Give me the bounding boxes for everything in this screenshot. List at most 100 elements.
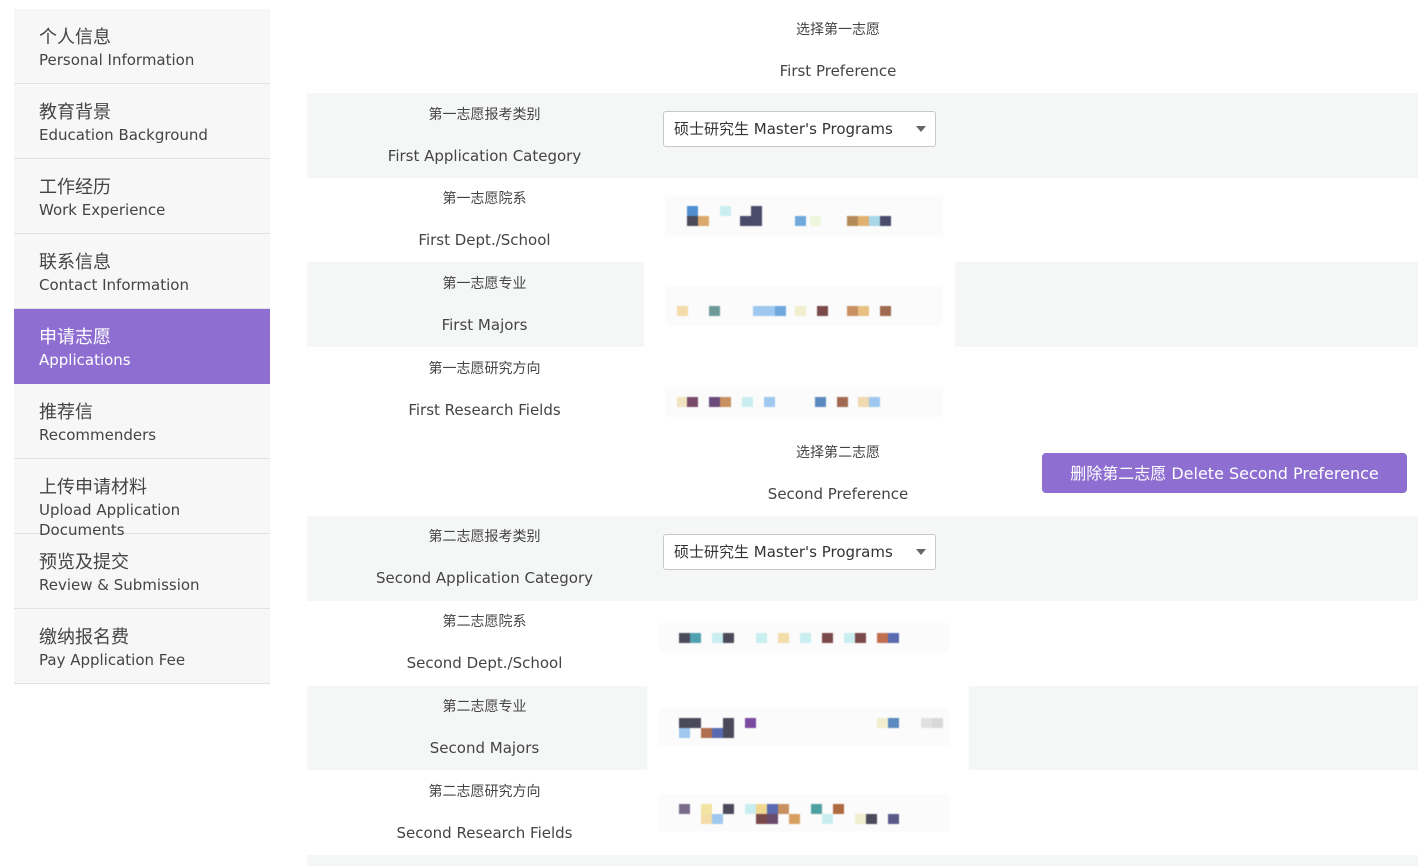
redacted-pixel-block: [764, 397, 775, 407]
second-preference-heading-en: Second Preference: [767, 485, 909, 503]
first-category-select[interactable]: 硕士研究生 Master's Programs: [663, 111, 936, 147]
sidebar-item-personal-information[interactable]: 个人信息 Personal Information: [14, 9, 270, 84]
redacted-pixel-block: [888, 718, 899, 728]
first-preference-heading-en: First Preference: [779, 62, 897, 80]
bottom-row-edge: [307, 855, 1418, 866]
first-preference-heading: 选择第一志愿 First Preference: [663, 20, 1013, 81]
redacted-pixel-block: [811, 804, 822, 814]
first-category-select-value: 硕士研究生 Master's Programs: [674, 120, 893, 138]
second-preference-heading-zh: 选择第二志愿: [796, 445, 880, 461]
sidebar-item-contact-information[interactable]: 联系信息 Contact Information: [14, 234, 270, 309]
redacted-pixel-block: [690, 633, 701, 643]
sidebar-item-label-en: Education Background: [39, 126, 208, 144]
sidebar-item-upload-documents[interactable]: 上传申请材料 Upload Application Documents: [14, 459, 270, 539]
sidebar-item-education-background[interactable]: 教育背景 Education Background: [14, 84, 270, 159]
redacted-pixel-block: [723, 633, 734, 643]
sidebar-item-pay-fee[interactable]: 缴纳报名费 Pay Application Fee: [14, 609, 270, 684]
first-field-label-zh: 第一志愿研究方向: [428, 361, 541, 377]
sidebar-item-label-zh: 推荐信: [39, 402, 93, 423]
redacted-pixel-block: [679, 728, 690, 738]
first-category-label: 第一志愿报考类别 First Application Category: [307, 105, 662, 166]
redacted-pixel-block: [847, 216, 858, 226]
first-major-row: 第一志愿专业 First Majors: [307, 262, 1418, 357]
redacted-pixel-block: [869, 397, 880, 407]
redacted-pixel-block: [775, 306, 786, 316]
second-dept-row: 第二志愿院系 Second Dept./School: [307, 601, 1418, 686]
first-major-label-en: First Majors: [441, 316, 528, 334]
second-dept-label-zh: 第二志愿院系: [442, 614, 527, 630]
first-major-label-zh: 第一志愿专业: [442, 276, 527, 292]
redacted-pixel-block: [888, 633, 899, 643]
sidebar-item-label-zh: 工作经历: [39, 177, 111, 198]
second-category-label-zh: 第二志愿报考类别: [428, 529, 541, 545]
sidebar-item-review-submission[interactable]: 预览及提交 Review & Submission: [14, 534, 270, 609]
applications-form: 选择第一志愿 First Preference 第一志愿报考类别 First A…: [307, 0, 1418, 866]
redacted-pixel-block: [880, 306, 891, 316]
redacted-pixel-block: [844, 633, 855, 643]
first-dept-select-redacted[interactable]: [665, 196, 943, 236]
second-category-select-value: 硕士研究生 Master's Programs: [674, 543, 893, 561]
second-category-label-en: Second Application Category: [375, 569, 594, 587]
redacted-pixel-block: [709, 397, 720, 407]
second-major-row: 第二志愿专业 Second Majors: [307, 686, 1418, 775]
sidebar-item-work-experience[interactable]: 工作经历 Work Experience: [14, 159, 270, 234]
redacted-pixel-block: [767, 804, 778, 814]
first-dept-label: 第一志愿院系 First Dept./School: [307, 189, 662, 250]
first-dept-label-zh: 第一志愿院系: [442, 191, 527, 207]
redacted-pixel-block: [720, 397, 731, 407]
redacted-pixel-block: [677, 306, 688, 316]
second-category-select[interactable]: 硕士研究生 Master's Programs: [663, 534, 936, 570]
redacted-pixel-block: [877, 718, 888, 728]
redacted-pixel-block: [858, 306, 869, 316]
sidebar-item-label-en: Pay Application Fee: [39, 651, 186, 669]
first-category-label-en: First Application Category: [387, 147, 582, 165]
first-field-label-en: First Research Fields: [408, 401, 561, 419]
second-major-label: 第二志愿专业 Second Majors: [307, 697, 662, 758]
redacted-pixel-block: [679, 804, 690, 814]
delete-second-preference-button[interactable]: 删除第二志愿 Delete Second Preference: [1042, 453, 1407, 493]
redacted-pixel-block: [753, 306, 764, 316]
redacted-pixel-block: [701, 804, 712, 814]
first-major-select-redacted[interactable]: [665, 286, 943, 326]
redacted-pixel-block: [712, 814, 723, 824]
redacted-pixel-block: [740, 216, 751, 226]
redacted-pixel-block: [837, 397, 848, 407]
first-dept-label-en: First Dept./School: [418, 231, 551, 249]
sidebar-item-label-en: Applications: [39, 351, 131, 369]
second-field-label-en: Second Research Fields: [396, 824, 573, 842]
redacted-pixel-block: [756, 804, 767, 814]
redacted-pixel-block: [833, 804, 844, 814]
second-field-label-zh: 第二志愿研究方向: [428, 784, 541, 800]
redacted-pixel-block: [690, 718, 701, 728]
redacted-pixel-block: [712, 633, 723, 643]
first-preference-heading-zh: 选择第一志愿: [796, 22, 880, 38]
redacted-pixel-block: [815, 397, 826, 407]
second-dept-select-redacted[interactable]: [659, 623, 949, 653]
redacted-pixel-block: [847, 306, 858, 316]
sidebar-item-recommenders[interactable]: 推荐信 Recommenders: [14, 384, 270, 459]
redacted-pixel-block: [687, 206, 698, 216]
sidebar-item-label-zh: 个人信息: [39, 27, 111, 48]
second-field-label: 第二志愿研究方向 Second Research Fields: [307, 782, 662, 843]
redacted-pixel-block: [751, 206, 762, 216]
redacted-pixel-block: [858, 397, 869, 407]
second-field-select-redacted[interactable]: [659, 794, 949, 832]
second-dept-label: 第二志愿院系 Second Dept./School: [307, 612, 662, 673]
redacted-pixel-block: [778, 804, 789, 814]
first-major-label: 第一志愿专业 First Majors: [307, 274, 662, 335]
redacted-pixel-block: [800, 633, 811, 643]
sidebar-item-applications[interactable]: 申请志愿 Applications: [14, 309, 270, 384]
redacted-pixel-block: [751, 216, 762, 226]
redacted-pixel-block: [756, 814, 767, 824]
redacted-pixel-block: [745, 718, 756, 728]
first-field-select-redacted[interactable]: [665, 387, 943, 417]
redacted-pixel-block: [764, 306, 775, 316]
redacted-pixel-block: [932, 718, 943, 728]
redacted-pixel-block: [855, 633, 866, 643]
sidebar-item-label-zh: 申请志愿: [39, 327, 111, 348]
chevron-down-icon: [916, 549, 926, 555]
second-major-select-redacted[interactable]: [659, 708, 949, 746]
sidebar-item-label-zh: 联系信息: [39, 252, 111, 273]
second-category-row: 第二志愿报考类别 Second Application Category 硕士研…: [307, 516, 1418, 601]
first-field-label: 第一志愿研究方向 First Research Fields: [307, 359, 662, 420]
